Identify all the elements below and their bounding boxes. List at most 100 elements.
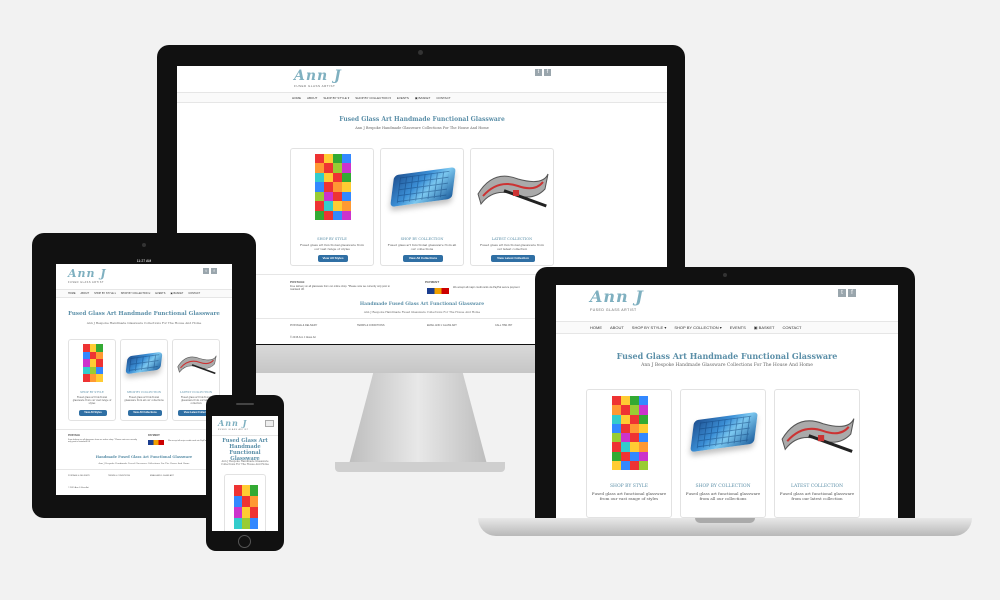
blue-platter-image[interactable] [390,166,456,208]
page-subtitle: Ann J Bespoke Handmade Glassware Collect… [641,363,813,368]
nav-events[interactable]: EVENTS [155,292,165,295]
laptop-notch [695,518,755,523]
copyright: © 2015 Ann J Glass Art [68,487,89,489]
laptop-screen: Ann J FUSED GLASS ARTIST t f HOME ABOUT … [556,285,898,518]
brand-tagline: FUSED GLASS ARTIST [68,281,104,284]
card-description: Fused glass art functional glassware fro… [591,491,667,501]
nav-basket[interactable]: ▣ BASKET [415,96,431,100]
card-shop-by-style: SHOP BY STYLE Fused glass art functional… [68,339,116,421]
twitter-icon[interactable]: t [535,69,542,76]
footer-link-email[interactable]: EMAIL ANN J GLASS ART [150,475,174,477]
phone-home-button[interactable] [238,535,251,548]
card-latest-collection: LATEST COLLECTION Fused glass art functi… [470,148,554,266]
facebook-icon[interactable]: f [544,69,551,76]
card-title: SHOP BY COLLECTION [695,484,751,489]
footer-link-terms[interactable]: TERMS & CONDITIONS [108,475,130,477]
page-subtitle: Ann J Bespoke Handmade Glassware Collect… [86,321,202,325]
main-nav: HOME ABOUT SHOP BY STYLE ▾ SHOP BY COLLE… [556,321,898,334]
nav-about[interactable]: ABOUT [81,292,90,295]
blue-platter-image[interactable] [690,411,758,453]
nav-basket[interactable]: ▣ BASKET [170,292,183,295]
nav-basket[interactable]: ▣ BASKET [754,325,775,330]
nav-shop-by-collection[interactable]: SHOP BY COLLECTION ▾ [121,292,151,295]
card-shop-by-style [224,474,266,531]
brand-logo[interactable]: Ann J [218,418,247,428]
twitter-icon[interactable]: t [838,289,846,297]
nav-home[interactable]: HOME [68,292,76,295]
mosaic-platter-image[interactable] [234,485,258,529]
card-description: Fused glass art functional glassware fro… [72,396,112,405]
facebook-icon[interactable]: f [211,268,217,274]
nav-home[interactable]: HOME [590,325,602,330]
card-shop-by-collection: SHOP BY COLLECTION Fused glass art funct… [680,389,766,518]
nav-shop-by-collection[interactable]: SHOP BY COLLECTION ▾ [355,96,391,100]
nav-home[interactable]: HOME [292,96,301,100]
nav-about[interactable]: ABOUT [307,96,317,100]
swirl-dish-image[interactable] [175,350,219,378]
brand-tagline: FUSED GLASS ARTIST [218,429,249,431]
brand-logo[interactable]: Ann J [590,287,644,306]
nav-events[interactable]: EVENTS [397,96,409,100]
imac-camera [418,50,423,55]
main-nav: HOME ABOUT SHOP BY STYLE ▾ SHOP BY COLLE… [177,92,667,103]
twitter-icon[interactable]: t [203,268,209,274]
payment-label: PAYMENT [148,434,160,437]
card-shop-by-collection: SHOP BY COLLECTION Fused glass art funct… [380,148,464,266]
card-shop-by-style: SHOP BY STYLE Fused glass art functional… [586,389,672,518]
swirl-dish-image[interactable] [777,408,859,460]
imac-stand-base [335,462,505,472]
swirl-dish-image[interactable] [473,164,553,214]
card-title: LATEST COLLECTION [790,484,844,489]
page-subtitle: Ann J Bespoke Handmade Glassware Collect… [355,126,489,130]
card-shop-by-collection: SHOP BY COLLECTION Fused glass art funct… [120,339,168,421]
brand-tagline: FUSED GLASS ARTIST [294,84,336,88]
nav-shop-by-collection[interactable]: SHOP BY COLLECTION ▾ [674,325,721,330]
imac-stand [348,373,488,468]
postage-text: Free delivery on all glassware from our … [290,285,390,291]
nav-events[interactable]: EVENTS [730,325,746,330]
card-title: LATEST COLLECTION [491,237,533,241]
postage-label: POSTAGE [290,280,305,284]
mosaic-platter-image[interactable] [612,396,648,470]
mosaic-platter-image[interactable] [315,154,351,220]
footer-link-terms[interactable]: TERMS & CONDITIONS [357,324,385,327]
card-title: SHOP BY STYLE [80,390,104,394]
footer-link-postage[interactable]: POSTAGE & DELIVERY [68,475,90,477]
main-nav: HOME ABOUT SHOP BY STYLE ▾ SHOP BY COLLE… [56,289,232,298]
view-all-styles-button[interactable]: View All Styles [318,255,348,262]
brand-logo[interactable]: Ann J [294,68,342,84]
mosaic-platter-image[interactable] [83,344,103,382]
view-latest-collection-button[interactable]: View Latest Collection [491,255,535,262]
card-description: Fused glass art functional glassware fro… [299,243,364,251]
footer-link-postage[interactable]: POSTAGE & DELIVERY [290,324,317,327]
card-title: SHOP BY COLLECTION [126,390,162,394]
page-subtitle: Ann J Bespoke Handmade Glassware Collect… [221,460,269,466]
blue-platter-image[interactable] [125,351,163,375]
page-title: Fused Glass Art Handmade Functional Glas… [222,438,268,462]
nav-contact[interactable]: CONTACT [436,96,450,100]
menu-toggle-icon[interactable] [265,420,274,427]
card-title: SHOP BY STYLE [317,237,347,241]
view-all-collections-button[interactable]: View All Collections [128,410,162,416]
tablet-camera [142,243,146,247]
nav-shop-by-style[interactable]: SHOP BY STYLE ▾ [323,96,349,100]
page-title: Fused Glass Art Handmade Functional Glas… [68,311,220,317]
view-all-styles-button[interactable]: View All Styles [79,410,107,416]
brand-logo[interactable]: Ann J [68,267,107,280]
footer-link-call[interactable]: CALL 7891 957 [495,324,512,327]
nav-shop-by-style[interactable]: SHOP BY STYLE ▾ [632,325,667,330]
copyright: © 2015 Ann J Glass Art [290,336,316,339]
nav-contact[interactable]: CONTACT [188,292,200,295]
payment-label: PAYMENT [425,280,440,284]
view-all-collections-button[interactable]: View All Collections [403,255,443,262]
paypal-cards-icon [148,440,164,445]
facebook-icon[interactable]: f [848,289,856,297]
page-title: Fused Glass Art Handmade Functional Glas… [339,116,505,123]
nav-shop-by-style[interactable]: SHOP BY STYLE ▾ [94,292,116,295]
footer-link-email[interactable]: EMAIL ANN J GLASS ART [427,324,457,327]
nav-about[interactable]: ABOUT [610,325,624,330]
nav-contact[interactable]: CONTACT [782,325,801,330]
card-description: Fused glass art functional glassware fro… [685,491,761,501]
card-title: SHOP BY STYLE [609,484,649,489]
status-time: 11:27 AM [136,259,152,263]
